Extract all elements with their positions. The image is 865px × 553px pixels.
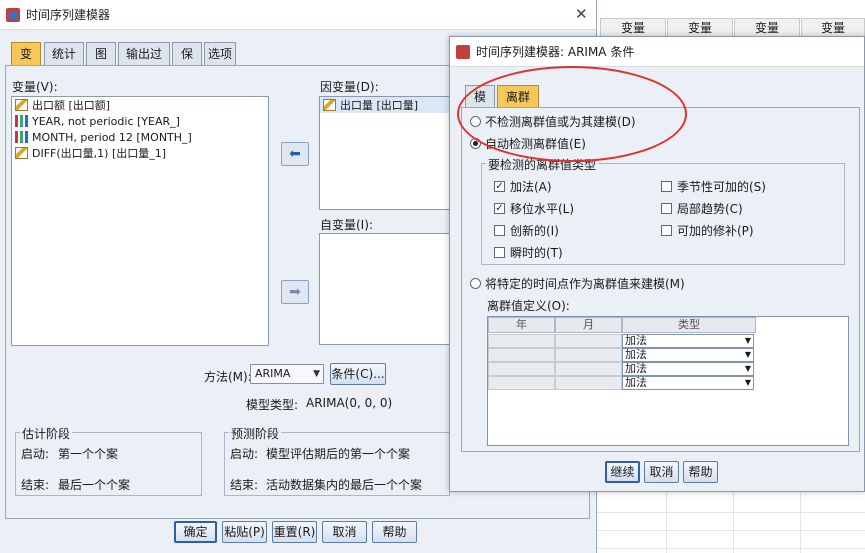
grid-header-month: 月 (555, 317, 622, 333)
grid-cell-month[interactable] (555, 334, 622, 348)
forecast-end-value: 活动数据集内的最后一个个案 (266, 478, 423, 492)
scale-icon (15, 99, 28, 111)
group-title: 预测阶段 (229, 425, 282, 442)
estimation-start-label: 启动: (21, 447, 50, 461)
forecast-start-label: 启动: (230, 447, 259, 461)
arima-cancel-button[interactable]: 取消 (644, 461, 679, 483)
forecast-end-label: 结束: (230, 478, 259, 492)
nominal-bars-icon (15, 115, 28, 127)
dependent-list[interactable]: 出口量 [出口量] (319, 96, 459, 210)
grid-cell-month[interactable] (555, 376, 622, 390)
estimation-start-value: 第一个个案 (58, 447, 119, 461)
sheet-column-header[interactable]: 变量 (801, 18, 865, 38)
title-bar: 时间序列建模器 (0, 0, 596, 30)
variables-label: 变量(V): (12, 80, 58, 94)
variables-list[interactable]: 出口额 [出口额] YEAR, not periodic [YEAR_] MON… (11, 96, 269, 346)
move-to-dependent-button[interactable]: ⬅ (281, 142, 309, 166)
move-to-independent-button[interactable]: ➡ (281, 280, 309, 304)
title-bar: 时间序列建模器: ARIMA 条件 (450, 37, 864, 67)
scale-icon (15, 147, 28, 159)
tab-save[interactable]: 保存 (172, 42, 202, 83)
close-icon[interactable]: ✕ (575, 5, 588, 23)
group-title: 估计阶段 (20, 425, 73, 442)
sheet-column-header[interactable]: 变量 (667, 18, 733, 38)
forecast-start-value: 模型评估期后的第一个个案 (266, 447, 411, 461)
tab-variables[interactable]: 变量 (11, 42, 41, 83)
arrow-right-icon: ➡ (289, 284, 301, 300)
chevron-down-icon: ▼ (744, 364, 751, 373)
grid-cell-month[interactable] (555, 348, 622, 362)
spss-app-icon (456, 44, 470, 59)
additive-patch-checkbox[interactable]: 可加的修补(P) (661, 222, 754, 239)
scale-icon (323, 99, 336, 111)
continue-button[interactable]: 继续 (605, 461, 640, 483)
model-type-label: 模型类型: (246, 398, 299, 412)
grid-cell-year[interactable] (488, 334, 555, 348)
specific-time-points-radio[interactable]: 将特定的时间点作为离群值来建模(M) (470, 275, 685, 292)
arrow-left-icon: ⬅ (289, 146, 301, 162)
list-item[interactable]: 出口额 [出口额] (12, 97, 268, 113)
ok-button[interactable]: 确定 (174, 521, 217, 543)
nominal-bars-icon (15, 131, 28, 143)
grid-cell-year[interactable] (488, 362, 555, 376)
grid-cell-year[interactable] (488, 376, 555, 390)
tab-plots[interactable]: 图表 (86, 42, 116, 83)
method-label: 方法(M): (204, 370, 252, 384)
tab-statistics[interactable]: 统计量 (44, 42, 84, 83)
red-annotation-ellipse (457, 66, 687, 162)
level-shift-checkbox[interactable]: ✓ 移位水平(L) (494, 200, 574, 217)
spss-app-icon (6, 7, 20, 22)
chevron-down-icon: ▼ (744, 378, 751, 387)
list-item[interactable]: 出口量 [出口量] (320, 97, 458, 113)
dialog-title: 时间序列建模器 (26, 8, 111, 22)
local-trend-checkbox[interactable]: 局部趋势(C) (661, 200, 743, 217)
grid-type-select[interactable]: 加法 ▼ (622, 362, 754, 376)
additive-checkbox[interactable]: ✓ 加法(A) (494, 178, 552, 195)
list-item[interactable]: YEAR, not periodic [YEAR_] (12, 113, 268, 129)
arima-help-button[interactable]: 帮助 (683, 461, 718, 483)
grid-type-select[interactable]: 加法 ▼ (622, 334, 754, 348)
estimation-end-value: 最后一个个案 (58, 478, 131, 492)
help-button[interactable]: 帮助 (372, 521, 417, 543)
grid-cell-month[interactable] (555, 362, 622, 376)
sheet-column-header[interactable]: 变量 (600, 18, 666, 38)
estimation-end-label: 结束: (21, 478, 50, 492)
dependent-label: 因变量(D): (320, 80, 379, 94)
cancel-button[interactable]: 取消 (322, 521, 367, 543)
grid-type-select[interactable]: 加法 ▼ (622, 348, 754, 362)
transient-checkbox[interactable]: 瞬时的(T) (494, 244, 563, 261)
method-select[interactable]: ARIMA ▼ (250, 364, 324, 384)
tab-output-filter[interactable]: 输出过滤 (118, 42, 170, 83)
list-item[interactable]: DIFF(出口量,1) [出口量_1] (12, 145, 268, 161)
grid-header-year: 年 (488, 317, 555, 333)
reset-button[interactable]: 重置(R) (272, 521, 317, 543)
chevron-down-icon: ▼ (744, 336, 751, 345)
tab-options[interactable]: 选项 (204, 42, 236, 66)
list-item[interactable]: MONTH, period 12 [MONTH_] (12, 129, 268, 145)
model-type-value: ARIMA(0, 0, 0) (306, 396, 393, 410)
outlier-definition-label: 离群值定义(O): (487, 299, 570, 313)
grid-cell-year[interactable] (488, 348, 555, 362)
innovational-checkbox[interactable]: 创新的(I) (494, 222, 559, 239)
dialog-title: 时间序列建模器: ARIMA 条件 (476, 45, 635, 59)
chevron-down-icon: ▼ (313, 369, 320, 379)
sheet-column-header[interactable]: 变量 (734, 18, 800, 38)
chevron-down-icon: ▼ (744, 350, 751, 359)
paste-button[interactable]: 粘贴(P) (222, 521, 267, 543)
grid-header-type: 类型 (622, 317, 756, 333)
seasonal-additive-checkbox[interactable]: 季节性可加的(S) (661, 178, 766, 195)
independent-label: 自变量(I): (320, 218, 373, 232)
criteria-button[interactable]: 条件(C)... (330, 363, 386, 385)
independent-list[interactable] (319, 233, 459, 345)
grid-type-select[interactable]: 加法 ▼ (622, 376, 754, 390)
outlier-definition-grid[interactable]: 年 月 类型 加法 ▼ 加法 ▼ 加法 ▼ 加法 ▼ (487, 316, 849, 446)
